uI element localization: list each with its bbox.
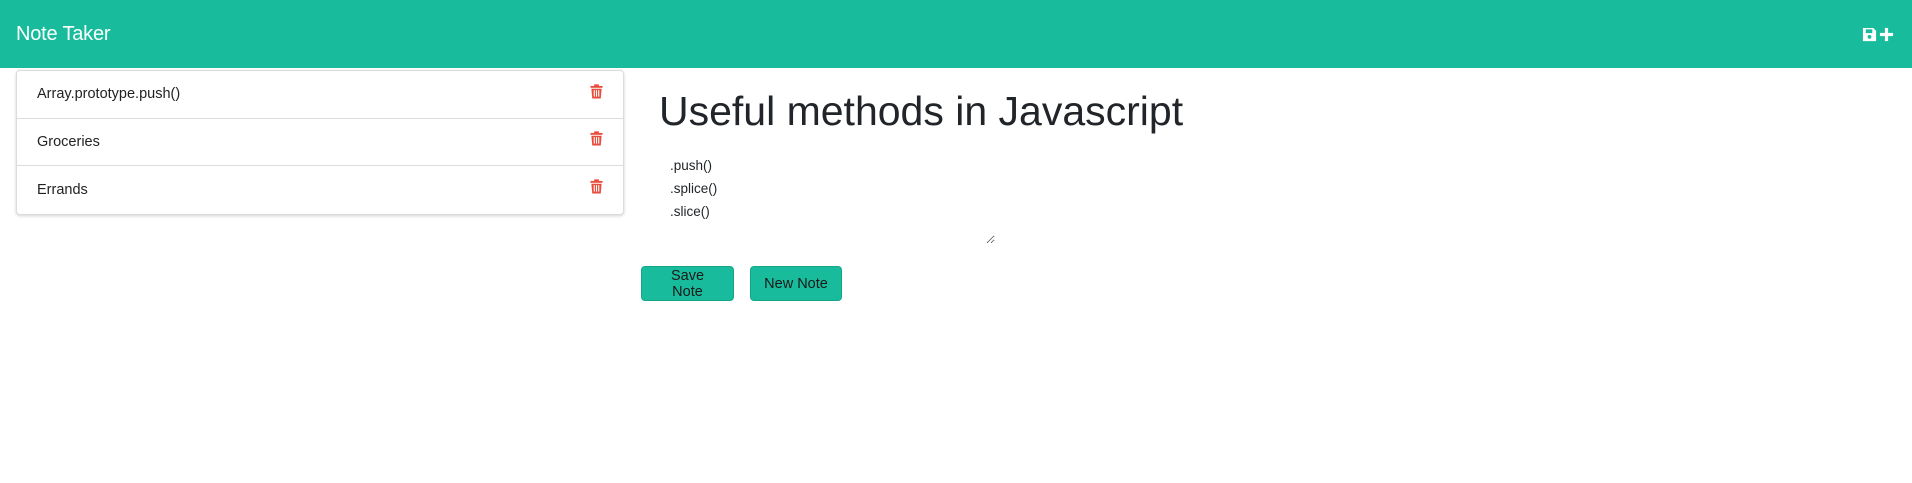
trash-icon[interactable] xyxy=(590,131,603,146)
list-item[interactable]: Errands xyxy=(17,166,623,214)
note-list-title: Errands xyxy=(37,181,88,198)
note-title-input[interactable] xyxy=(654,84,1354,138)
list-item[interactable]: Array.prototype.push() xyxy=(17,71,623,119)
note-text-area[interactable]: .push() .splice() .slice() xyxy=(655,148,995,244)
save-note-button[interactable]: Save Note xyxy=(641,266,734,301)
navbar: Note Taker xyxy=(0,0,1912,68)
note-list: Array.prototype.push() Groceries Errands xyxy=(16,70,624,215)
trash-icon[interactable] xyxy=(590,179,603,194)
plus-icon[interactable] xyxy=(1879,27,1894,42)
save-icon[interactable] xyxy=(1862,27,1877,42)
trash-icon[interactable] xyxy=(590,84,603,99)
brand-title[interactable]: Note Taker xyxy=(16,23,111,46)
list-item[interactable]: Groceries xyxy=(17,119,623,166)
nav-actions xyxy=(1862,27,1894,42)
new-note-button[interactable]: New Note xyxy=(750,266,842,301)
note-list-title: Array.prototype.push() xyxy=(37,86,181,103)
note-list-title: Groceries xyxy=(37,133,100,150)
